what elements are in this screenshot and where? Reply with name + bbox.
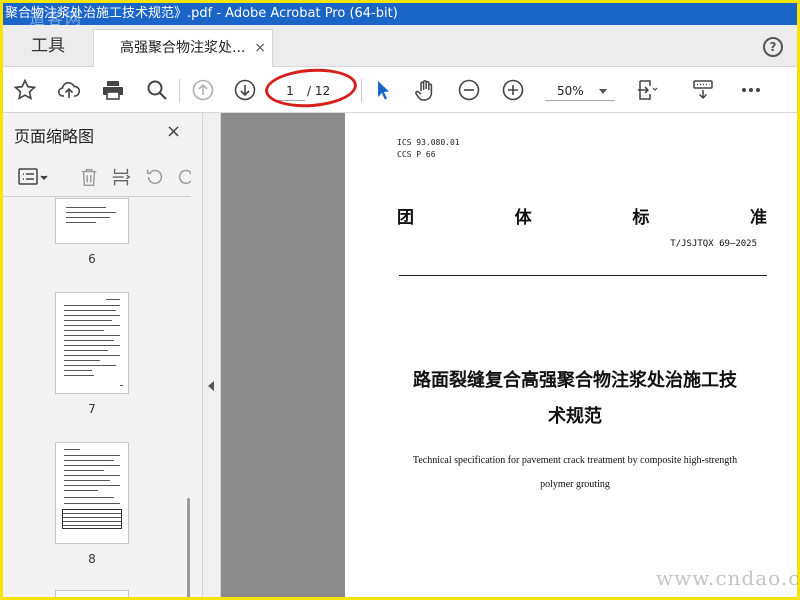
- close-panel-icon[interactable]: ×: [166, 121, 181, 142]
- panel-title: 页面缩略图: [14, 127, 95, 146]
- toolbar-separator: [361, 79, 362, 103]
- thumbnail-list: 6 7 8: [3, 198, 191, 597]
- watermark-url: www.cndao.com: [656, 566, 800, 590]
- minus-circle-icon[interactable]: [455, 76, 483, 104]
- main-toolbar: 1 / 12 50%: [3, 65, 797, 113]
- options-menu-icon[interactable]: [15, 165, 51, 189]
- ics-line: ICS 93.080.01: [397, 138, 460, 147]
- page-thumbnail[interactable]: [55, 292, 129, 394]
- tab-document[interactable]: 高强聚合物注浆处... ×: [93, 29, 273, 67]
- insert-page-icon[interactable]: [109, 165, 133, 189]
- thumbnail-label: 7: [88, 402, 96, 416]
- printer-icon[interactable]: [99, 76, 127, 104]
- document-title-en: Technical specification for pavement cra…: [385, 449, 765, 497]
- tab-document-label: 高强聚合物注浆处...: [120, 40, 246, 56]
- arrow-up-circle-icon[interactable]: [189, 76, 217, 104]
- trash-icon[interactable]: [77, 165, 101, 189]
- thumbnail-scrollbar[interactable]: [187, 498, 190, 597]
- standard-category: 团 体 标 准: [397, 203, 767, 228]
- title-line: 术规范: [548, 406, 602, 427]
- acrobat-window: 聚合物注浆处治施工技术规范》.pdf - Adobe Acrobat Pro (…: [3, 3, 797, 597]
- panel-collapse-handle[interactable]: [203, 113, 221, 597]
- page-thumbnail[interactable]: [55, 198, 129, 244]
- plus-circle-icon[interactable]: [499, 76, 527, 104]
- highlight-annotation: [263, 65, 359, 111]
- category-char: 标: [632, 208, 650, 228]
- hand-icon[interactable]: [411, 76, 439, 104]
- title-en-line: polymer grouting: [540, 479, 610, 490]
- page-thumbnail[interactable]: [55, 442, 129, 544]
- chevron-down-icon[interactable]: [599, 89, 607, 94]
- header-rule: [399, 275, 767, 276]
- keyboard-scroll-icon[interactable]: [689, 76, 717, 104]
- thumbnail-label: 6: [88, 252, 96, 266]
- rotate-right-icon[interactable]: [175, 165, 191, 189]
- thumbnail-label: 8: [88, 552, 96, 566]
- ics-code: ICS 93.080.01 CCS P 66: [397, 137, 460, 161]
- pdf-page: ICS 93.080.01 CCS P 66 团 体 标 准 T/JSJTQX …: [345, 113, 797, 597]
- help-icon[interactable]: ?: [763, 37, 783, 57]
- category-char: 体: [514, 208, 532, 228]
- cursor-icon[interactable]: [369, 76, 397, 104]
- toolbar-separator: [179, 79, 180, 103]
- page-thumbnail[interactable]: [55, 590, 129, 597]
- rotate-left-icon[interactable]: [143, 165, 167, 189]
- category-char: 准: [749, 208, 767, 228]
- thumbnail-panel: 页面缩略图 × 6 7 8: [3, 113, 203, 597]
- cloud-upload-icon[interactable]: [55, 76, 83, 104]
- category-char: 团: [397, 208, 414, 228]
- more-options-icon[interactable]: [737, 76, 765, 104]
- tab-tools[interactable]: 工具: [3, 25, 93, 67]
- document-view[interactable]: ICS 93.080.01 CCS P 66 团 体 标 准 T/JSJTQX …: [221, 113, 797, 597]
- panel-toolbar: [3, 157, 191, 197]
- star-icon[interactable]: [11, 76, 39, 104]
- page-fit-icon[interactable]: [633, 76, 661, 104]
- search-icon[interactable]: [143, 76, 171, 104]
- ccs-line: CCS P 66: [397, 150, 436, 159]
- window-titlebar: 聚合物注浆处治施工技术规范》.pdf - Adobe Acrobat Pro (…: [3, 3, 797, 25]
- title-line: 路面裂缝复合高强聚合物注浆处治施工技: [413, 370, 737, 391]
- document-title-zh: 路面裂缝复合高强聚合物注浆处治施工技 术规范: [385, 363, 765, 435]
- arrow-down-circle-icon[interactable]: [231, 76, 259, 104]
- tab-bar: 工具 高强聚合物注浆处... × ?: [3, 25, 797, 67]
- title-en-line: Technical specification for pavement cra…: [412, 455, 738, 466]
- close-tab-icon[interactable]: ×: [254, 30, 266, 66]
- standard-number: T/JSJTQX 69—2025: [670, 239, 757, 249]
- chevron-left-icon: [208, 381, 214, 391]
